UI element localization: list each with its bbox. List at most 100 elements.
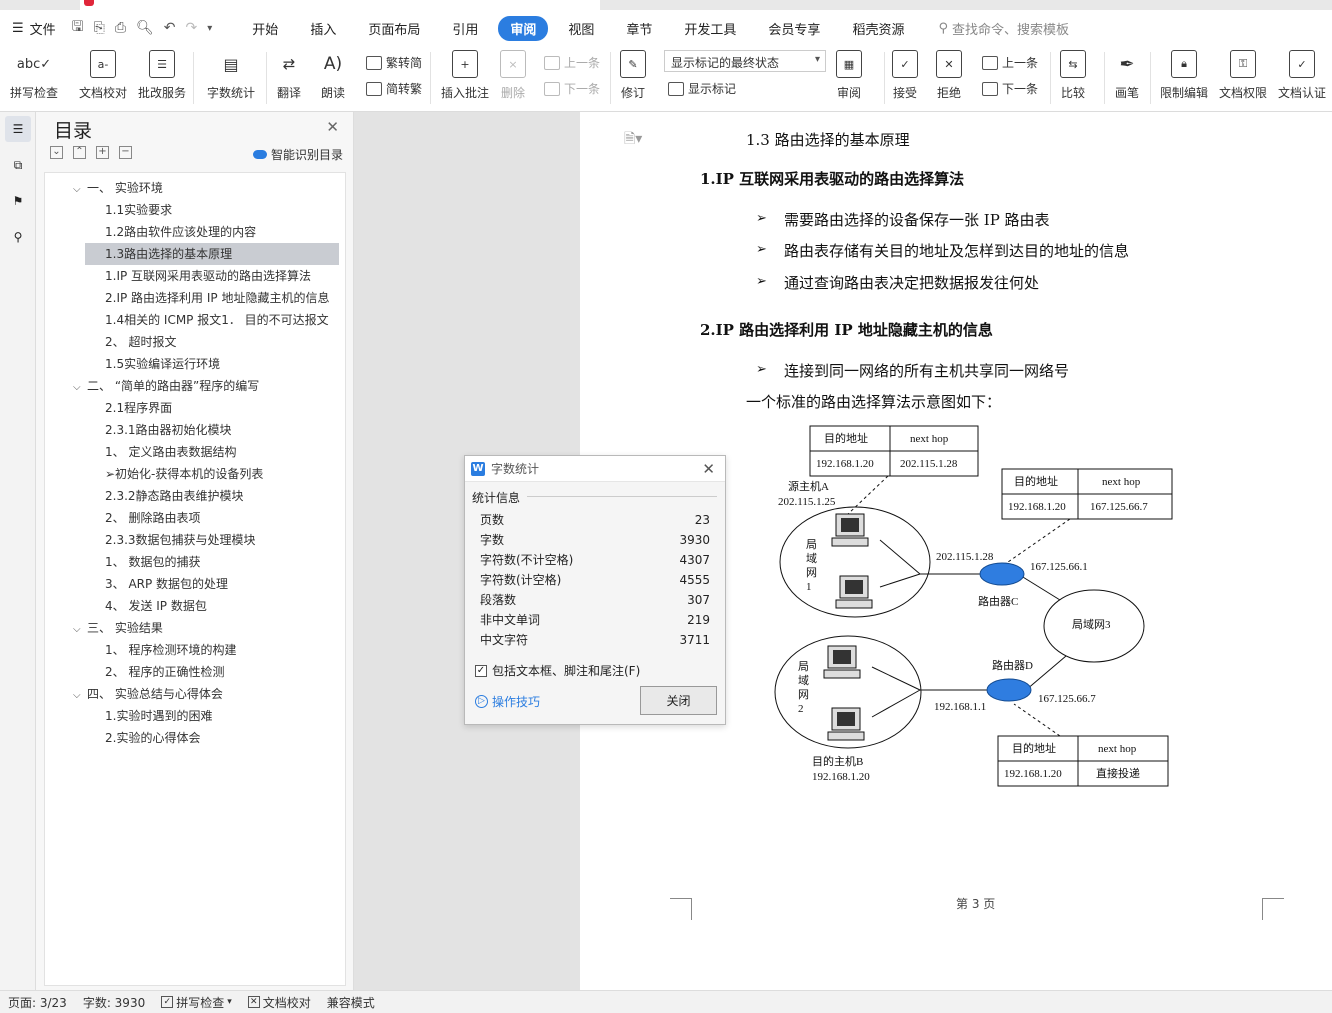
doc-permission-button[interactable]: ⚿ 文档权限 [1219, 50, 1267, 101]
translate-button[interactable]: ⇄ 翻译 [276, 50, 302, 101]
spell-check-button[interactable]: abc✓ 拼写检查 [10, 50, 58, 101]
toc-item[interactable]: 1.2路由软件应该处理的内容 [45, 221, 345, 243]
export-icon[interactable]: ⎘ [94, 20, 105, 36]
delete-comment-button[interactable]: × 删除 [500, 50, 526, 101]
close-button[interactable]: 关闭 [640, 686, 717, 715]
read-aloud-button[interactable]: A) 朗读 [320, 50, 346, 101]
stats-row: 页数 23 [480, 510, 710, 530]
toc-item[interactable]: 2、 程序的正确性检测 [45, 661, 345, 683]
word-count-indicator[interactable]: 字数: 3930 [83, 994, 145, 1011]
toc-item[interactable]: 1.实验时遇到的困难 [45, 705, 345, 727]
doc-proof-button[interactable]: a- 文档校对 [79, 50, 127, 101]
toc-item[interactable]: 2.实验的心得体会 [45, 727, 345, 749]
toc-item[interactable]: 2.1程序界面 [45, 397, 345, 419]
tab-6[interactable]: 章节 [614, 16, 664, 41]
toc-item[interactable]: 3、 ARP 数据包的处理 [45, 573, 345, 595]
toc-item[interactable]: 1.5实验编译运行环境 [45, 353, 345, 375]
customize-toolbar-icon[interactable]: ▾ [207, 23, 212, 34]
stats-label: 字数 [480, 533, 505, 547]
batch-service-button[interactable]: ☰ 批改服务 [138, 50, 186, 101]
tab-0[interactable]: 开始 [240, 16, 290, 41]
tab-9[interactable]: 稻壳资源 [840, 16, 916, 41]
toc-item[interactable]: ⌵ 一、 实验环境 [45, 177, 345, 199]
chevron-down-icon[interactable]: ⌵ [73, 685, 87, 705]
search-icon[interactable]: ⚲ [5, 224, 31, 250]
toc-nav-icon[interactable]: ☰ [5, 116, 31, 142]
print-preview-icon[interactable]: 🔍︎ [136, 20, 154, 36]
checkbox-checked-icon: ✓ [161, 996, 174, 1008]
toc-item[interactable]: 1.4相关的 ICMP 报文1． 目的不可达报文 [45, 309, 345, 331]
page-indicator[interactable]: 页面: 3/23 [8, 994, 67, 1011]
include-textbox-checkbox[interactable]: ✓ 包括文本框、脚注和尾注(F) [475, 662, 640, 679]
tab-7[interactable]: 开发工具 [672, 16, 748, 41]
restrict-edit-button[interactable]: 🔒︎ 限制编辑 [1160, 50, 1208, 101]
toc-item[interactable]: ⌵ 四、 实验总结与心得体会 [45, 683, 345, 705]
expand-all-icon[interactable]: ⌄ [50, 146, 63, 159]
next-comment-button[interactable]: 下一条 [544, 80, 600, 97]
toc-item[interactable]: 4、 发送 IP 数据包 [45, 595, 345, 617]
prev-comment-button[interactable]: 上一条 [544, 54, 600, 71]
accept-button[interactable]: ✓ 接受 [892, 50, 918, 101]
dialog-titlebar[interactable]: W 字数统计 ✕ [465, 456, 725, 482]
remove-heading-icon[interactable]: − [119, 146, 132, 159]
toc-item[interactable]: ➢初始化-获得本机的设备列表 [45, 463, 345, 485]
chevron-down-icon[interactable]: ⌵ [73, 619, 87, 639]
add-heading-icon[interactable]: + [96, 146, 109, 159]
save-icon[interactable]: 🖫 [72, 16, 84, 40]
toc-item[interactable]: 1.IP 互联网采用表驱动的路由选择算法 [45, 265, 345, 287]
chevron-down-icon[interactable]: ⌵ [73, 377, 87, 397]
toc-item[interactable]: 2.3.2静态路由表维护模块 [45, 485, 345, 507]
prev-change-button[interactable]: 上一条 [982, 54, 1038, 71]
toc-item[interactable]: 1、 程序检测环境的构建 [45, 639, 345, 661]
pen-button[interactable]: ✒ 画笔 [1114, 50, 1140, 101]
toc-item[interactable]: 1、 数据包的捕获 [45, 551, 345, 573]
simp-to-trad-button[interactable]: 简转繁 [366, 80, 422, 97]
next-change-button[interactable]: 下一条 [982, 80, 1038, 97]
toc-item[interactable]: 1.3路由选择的基本原理 [85, 243, 339, 265]
compare-button[interactable]: ⇆ 比较 [1060, 50, 1086, 101]
show-markup-button[interactable]: 显示标记 [668, 80, 736, 97]
svg-text:192.168.1.20: 192.168.1.20 [1004, 768, 1062, 780]
review-pane-button[interactable]: ▦ 审阅 [836, 50, 862, 101]
toc-item[interactable]: 1、 定义路由表数据结构 [45, 441, 345, 463]
tab-3[interactable]: 引用 [440, 16, 490, 41]
redo-icon[interactable]: ↷ [186, 20, 198, 36]
toc-item[interactable]: ⌵ 三、 实验结果 [45, 617, 345, 639]
command-search[interactable]: ⚲ 查找命令、搜索模板 [938, 19, 1069, 38]
trad-to-simp-button[interactable]: 繁转简 [366, 54, 422, 71]
print-icon[interactable]: ⎙ [115, 20, 126, 36]
revise-button[interactable]: ✎ 修订 [620, 50, 646, 101]
doc-auth-button[interactable]: ✓ 文档认证 [1278, 50, 1326, 101]
close-icon[interactable]: ✕ [702, 460, 715, 478]
chevron-down-icon[interactable]: ⌵ [73, 179, 87, 199]
bookmark-icon[interactable]: ⚑ [5, 188, 31, 214]
undo-icon[interactable]: ↶ [164, 20, 176, 36]
toc-item[interactable]: 2.IP 路由选择利用 IP 地址隐藏主机的信息 [45, 287, 345, 309]
tab-5[interactable]: 视图 [556, 16, 606, 41]
spell-check-status[interactable]: ✓ 拼写检查 ▾ [161, 994, 232, 1011]
reject-button[interactable]: ✕ 拒绝 [936, 50, 962, 101]
paragraph-handle-icon[interactable]: 🗎▾ [624, 128, 642, 152]
svg-text:目的地址: 目的地址 [824, 431, 868, 445]
tab-2[interactable]: 页面布局 [356, 16, 432, 41]
toc-item[interactable]: 2、 超时报文 [45, 331, 345, 353]
file-menu-button[interactable]: ☰ 文件 [0, 19, 68, 38]
document-tab[interactable] [80, 0, 600, 10]
display-mode-select[interactable]: 显示标记的最终状态 [664, 50, 826, 72]
word-count-button[interactable]: ▤ 字数统计 [207, 50, 255, 101]
toc-item[interactable]: 2.3.3数据包捕获与处理模块 [45, 529, 345, 551]
tab-4[interactable]: 审阅 [498, 15, 549, 41]
toc-item[interactable]: 2、 删除路由表项 [45, 507, 345, 529]
insert-comment-button[interactable]: + 插入批注 [441, 50, 489, 101]
collapse-all-icon[interactable]: ⌃ [73, 146, 86, 159]
doc-proof-status[interactable]: ✕ 文档校对 [247, 994, 311, 1011]
smart-toc-button[interactable]: 智能识别目录 [252, 146, 343, 163]
close-icon[interactable]: ✕ [326, 118, 339, 136]
tab-8[interactable]: 会员专享 [756, 16, 832, 41]
chapter-nav-icon[interactable]: ⧉ [5, 152, 31, 178]
toc-item[interactable]: ⌵ 二、 “简单的路由器”程序的编写 [45, 375, 345, 397]
toc-item[interactable]: 1.1实验要求 [45, 199, 345, 221]
tips-link[interactable]: ▷ 操作技巧 [475, 693, 540, 710]
tab-1[interactable]: 插入 [298, 16, 348, 41]
toc-item[interactable]: 2.3.1路由器初始化模块 [45, 419, 345, 441]
